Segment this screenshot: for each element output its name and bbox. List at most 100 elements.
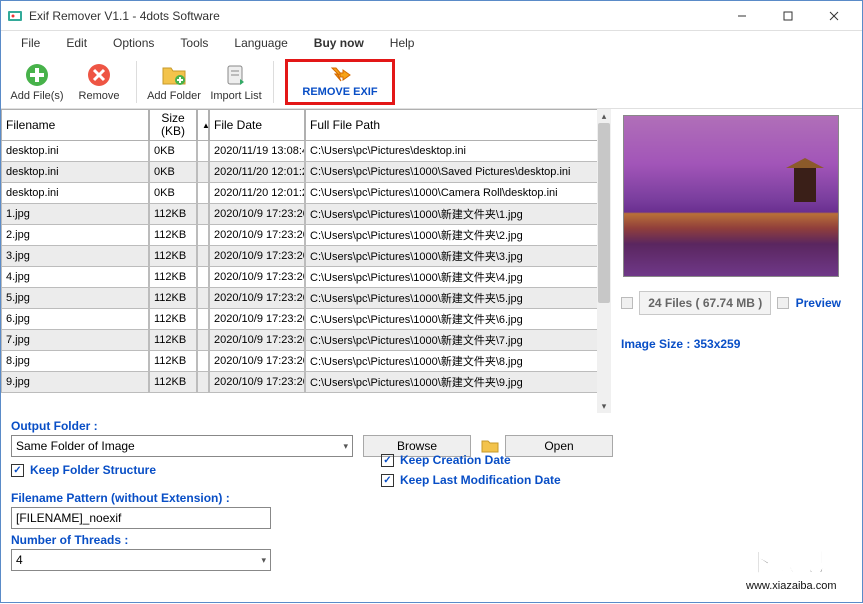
menu-file[interactable]: File (9, 33, 52, 53)
threads-label: Number of Threads : (11, 533, 852, 547)
table-row[interactable]: desktop.ini0KB2020/11/20 12:01:27C:\User… (1, 162, 601, 183)
cell-date: 2020/11/20 12:01:27 (209, 162, 305, 183)
table-row[interactable]: 4.jpg112KB 2020/10/9 17:23:20C:\Users\pc\… (1, 267, 601, 288)
table-row[interactable]: 2.jpg112KB2020/10/9 17:23:20C:\Users\pc\… (1, 225, 601, 246)
menu-options[interactable]: Options (101, 33, 166, 53)
col-filename[interactable]: Filename (1, 109, 149, 141)
cell-filename: 4.jpg (1, 267, 149, 288)
cell-date: 2020/10/9 17:23:20 (209, 204, 305, 225)
cell-filename: 7.jpg (1, 330, 149, 351)
add-files-label: Add File(s) (10, 90, 63, 102)
import-list-button[interactable]: Import List (208, 57, 264, 107)
table-row[interactable]: 1.jpg112KB2020/10/9 17:23:20C:\Users\pc\… (1, 204, 601, 225)
scroll-up-icon[interactable]: ▴ (597, 109, 611, 123)
remove-exif-button[interactable]: REMOVE EXIF (285, 59, 395, 105)
checkbox-checked-icon: ✓ (11, 464, 24, 477)
file-count-label: 24 Files ( 67.74 MB ) (639, 291, 771, 315)
table-row[interactable]: 8.jpg112KB2020/10/9 17:23:20C:\Users\pc\… (1, 351, 601, 372)
remove-button[interactable]: Remove (71, 57, 127, 107)
threads-value: 4 (16, 553, 23, 567)
sort-indicator[interactable]: ▲ (197, 109, 209, 141)
cell-size: 112KB (149, 204, 197, 225)
titlebar: Exif Remover V1.1 - 4dots Software (1, 1, 862, 31)
menu-edit[interactable]: Edit (54, 33, 99, 53)
table-row[interactable]: 9.jpg112KB2020/10/9 17:23:20C:\Users\pc\… (1, 372, 601, 393)
toolbar-separator (136, 61, 137, 103)
output-folder-value: Same Folder of Image (16, 439, 135, 453)
cell-size: 112KB (149, 288, 197, 309)
add-folder-button[interactable]: Add Folder (146, 57, 202, 107)
cell-size: 112KB (149, 246, 197, 267)
close-button[interactable] (812, 2, 856, 30)
vertical-scrollbar[interactable]: ▴ ▾ (597, 109, 611, 413)
lightning-arrow-icon (329, 66, 351, 84)
scroll-down-icon[interactable]: ▾ (597, 399, 611, 413)
cell-filename: 9.jpg (1, 372, 149, 393)
cell-filename: 3.jpg (1, 246, 149, 267)
menu-buy-now[interactable]: Buy now (302, 33, 376, 53)
cell-date: 2020/10/9 17:23:20 (209, 267, 305, 288)
col-path[interactable]: Full File Path (305, 109, 601, 141)
filename-pattern-input[interactable]: [FILENAME]_noexif (11, 507, 271, 529)
file-table[interactable]: Filename Size (KB) ▲ File Date Full File… (1, 109, 611, 413)
table-row[interactable]: 5.jpg112KB2020/10/9 17:23:20C:\Users\pc\… (1, 288, 601, 309)
folder-icon (481, 438, 499, 454)
import-list-label: Import List (210, 90, 261, 102)
menu-tools[interactable]: Tools (168, 33, 220, 53)
cell-filename: desktop.ini (1, 162, 149, 183)
cell-date: 2020/10/9 17:23:20 (209, 288, 305, 309)
cell-path: C:\Users\pc\Pictures\1000\新建文件夹\3.jpg (305, 246, 601, 267)
keep-creation-checkbox[interactable]: ✓ Keep Creation Date (381, 453, 561, 467)
next-image-button[interactable] (777, 297, 789, 309)
filename-pattern-label: Filename Pattern (without Extension) : (11, 491, 852, 505)
cell-filename: 8.jpg (1, 351, 149, 372)
add-files-button[interactable]: Add File(s) (9, 57, 65, 107)
cell-date: 2020/10/9 17:23:20 (209, 225, 305, 246)
app-icon (7, 8, 23, 24)
options-panel: Output Folder : Same Folder of Image ▾ B… (1, 413, 862, 599)
cell-size: 112KB (149, 309, 197, 330)
cell-date: 2020/11/20 12:01:27 (209, 183, 305, 204)
checkbox-checked-icon: ✓ (381, 454, 394, 467)
maximize-button[interactable] (766, 2, 810, 30)
table-row[interactable]: desktop.ini0KB2020/11/19 13:08:49C:\User… (1, 141, 601, 162)
toolbar: Add File(s) Remove Add Folder Import Lis… (1, 55, 862, 109)
scroll-thumb[interactable] (598, 123, 610, 303)
col-date[interactable]: File Date (209, 109, 305, 141)
cell-size: 0KB (149, 162, 197, 183)
menu-help[interactable]: Help (378, 33, 427, 53)
cell-size: 112KB (149, 351, 197, 372)
menu-language[interactable]: Language (222, 33, 299, 53)
cell-path: C:\Users\pc\Pictures\1000\Camera Roll\de… (305, 183, 601, 204)
threads-combo[interactable]: 4 ▾ (11, 549, 271, 571)
cell-size: 112KB (149, 225, 197, 246)
table-row[interactable]: desktop.ini0KB2020/11/20 12:01:27C:\User… (1, 183, 601, 204)
table-row[interactable]: 6.jpg112KB2020/10/9 17:23:20C:\Users\pc\… (1, 309, 601, 330)
add-folder-label: Add Folder (147, 90, 201, 102)
cell-size: 112KB (149, 267, 197, 288)
plus-green-icon (23, 61, 51, 89)
remove-label: Remove (79, 90, 120, 102)
col-size[interactable]: Size (KB) (149, 109, 197, 141)
output-folder-combo[interactable]: Same Folder of Image ▾ (11, 435, 353, 457)
cell-path: C:\Users\pc\Pictures\1000\新建文件夹\1.jpg (305, 204, 601, 225)
chevron-down-icon: ▾ (261, 555, 266, 566)
cell-path: C:\Users\pc\Pictures\1000\新建文件夹\9.jpg (305, 372, 601, 393)
preview-link[interactable]: Preview (796, 296, 841, 310)
cell-path: C:\Users\pc\Pictures\1000\新建文件夹\4.jpg (305, 267, 601, 288)
cell-path: C:\Users\pc\Pictures\1000\新建文件夹\5.jpg (305, 288, 601, 309)
checkbox-checked-icon: ✓ (381, 474, 394, 487)
image-size-label: Image Size : 353x259 (621, 337, 740, 351)
watermark: 下载吧 www.xiazaiba.com (742, 539, 862, 599)
cell-date: 2020/11/19 13:08:49 (209, 141, 305, 162)
table-row[interactable]: 7.jpg112KB2020/10/9 17:23:20C:\Users\pc\… (1, 330, 601, 351)
cell-filename: 6.jpg (1, 309, 149, 330)
watermark-text-1: 下载吧 (746, 547, 824, 577)
watermark-text-2: www.xiazaiba.com (745, 580, 836, 592)
menubar: FileEditOptionsToolsLanguageBuy nowHelp (1, 31, 862, 55)
prev-image-button[interactable] (621, 297, 633, 309)
cell-path: C:\Users\pc\Pictures\1000\新建文件夹\7.jpg (305, 330, 601, 351)
keep-modification-checkbox[interactable]: ✓ Keep Last Modification Date (381, 473, 561, 487)
table-row[interactable]: 3.jpg112KB2020/10/9 17:23:20C:\Users\pc\… (1, 246, 601, 267)
minimize-button[interactable] (720, 2, 764, 30)
